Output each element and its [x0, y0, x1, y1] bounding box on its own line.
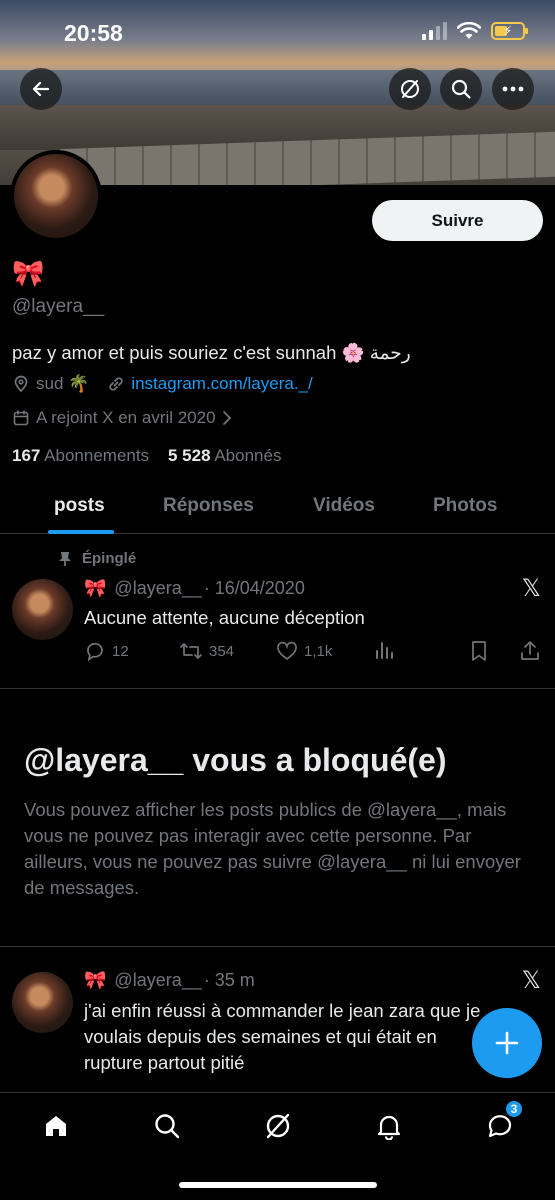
post-actions: 12 354 1,1k: [84, 640, 544, 666]
calendar-icon: [13, 410, 29, 426]
arrow-left-icon: [32, 81, 50, 97]
profile-display-name: 🎀: [12, 258, 45, 288]
followers-count: 5 528: [167, 446, 211, 465]
following-count: 167: [12, 446, 41, 465]
post-author-handle[interactable]: @layera__: [114, 578, 201, 599]
wifi-icon: [457, 22, 481, 39]
plus-icon: [495, 1031, 519, 1055]
search-button[interactable]: [440, 68, 482, 110]
pinned-post-header: 🎀 @layera__ · 16/04/2020: [84, 578, 305, 599]
grok-icon: [266, 1113, 290, 1139]
blocked-description: Vous pouvez afficher les posts publics d…: [24, 799, 521, 898]
x-logo-icon: 𝕏: [521, 575, 541, 602]
profile-handle: @layera__: [12, 296, 105, 317]
recent-post-text[interactable]: j'ai enfin réussi à commander le jean za…: [84, 998, 489, 1076]
repost-count: 354: [209, 642, 235, 660]
repost-icon: [180, 643, 202, 659]
repost-button[interactable]: 354: [179, 640, 234, 662]
analytics-icon: [376, 642, 393, 659]
nav-search[interactable]: [147, 1109, 187, 1143]
location-pin-icon: [14, 375, 28, 393]
grok-icon: [401, 80, 419, 98]
blocked-title: @layera__ vous a bloqué(e): [24, 742, 447, 778]
like-button[interactable]: 1,1k: [276, 640, 332, 662]
pin-icon: [59, 551, 71, 566]
post-date: · 16/04/2020: [203, 578, 305, 598]
post-divider: [0, 946, 555, 947]
messages-badge: 3: [504, 1099, 524, 1119]
battery-charging-icon: ⚡: [491, 22, 528, 40]
post-author-handle[interactable]: @layera__: [114, 970, 201, 991]
post-author-name[interactable]: 🎀: [84, 578, 106, 599]
compose-post-button[interactable]: [472, 1008, 542, 1078]
share-button[interactable]: [520, 640, 540, 662]
pinned-label: Épinglé: [58, 550, 136, 567]
x-logo-icon: 𝕏: [521, 967, 541, 994]
bookmark-icon: [472, 641, 486, 661]
tab-photos[interactable]: Photos: [433, 495, 497, 517]
profile-joined: A rejoint X en avril 2020: [36, 408, 216, 427]
active-tab-indicator: [48, 530, 114, 534]
share-icon: [521, 641, 539, 660]
home-indicator: [179, 1182, 377, 1188]
pinned-text: Épinglé: [82, 550, 137, 567]
follow-button[interactable]: Suivre: [372, 200, 543, 241]
more-dots-icon: [502, 86, 524, 92]
post-divider: [0, 688, 555, 689]
status-icons: ⚡: [422, 22, 528, 40]
back-button[interactable]: [20, 68, 62, 110]
recent-post-header: 🎀 @layera__ · 35 m: [84, 970, 255, 991]
tab-videos[interactable]: Vidéos: [313, 495, 375, 517]
nav-home[interactable]: [36, 1109, 76, 1143]
more-options-button[interactable]: [492, 68, 534, 110]
nav-grok[interactable]: [258, 1109, 298, 1143]
followers-link[interactable]: 5 528 Abonnés: [168, 446, 281, 465]
reply-icon: [87, 642, 103, 662]
nav-messages[interactable]: 3: [480, 1099, 524, 1143]
profile-counts: 167 Abonnements 5 528 Abonnés: [12, 446, 281, 466]
profile-location: sud 🌴: [36, 374, 90, 393]
bell-icon: [377, 1115, 401, 1140]
search-icon: [451, 79, 471, 99]
post-avatar[interactable]: [12, 972, 73, 1033]
views-button[interactable]: [374, 640, 394, 660]
cellular-signal-icon: [422, 22, 447, 40]
profile-joined-row[interactable]: A rejoint X en avril 2020: [12, 408, 238, 428]
pinned-post-text[interactable]: Aucune attente, aucune déception: [84, 605, 365, 631]
like-count: 1,1k: [304, 642, 333, 660]
reply-button[interactable]: 12: [84, 640, 129, 662]
status-time: 20:58: [64, 20, 123, 46]
grok-button[interactable]: [389, 68, 431, 110]
heart-icon: [277, 641, 297, 661]
post-avatar[interactable]: [12, 579, 73, 640]
status-bar: 20:58 ⚡: [0, 0, 555, 60]
chevron-right-icon: [222, 411, 231, 425]
tab-posts[interactable]: posts: [54, 495, 105, 517]
post-date: · 35 m: [203, 970, 255, 990]
reply-count: 12: [112, 642, 129, 660]
nav-notifications[interactable]: [369, 1109, 409, 1143]
profile-website-link[interactable]: instagram.com/layera._/: [131, 374, 312, 394]
bookmark-button[interactable]: [470, 640, 488, 662]
link-icon: [109, 377, 123, 391]
following-link[interactable]: 167 Abonnements: [12, 446, 149, 465]
profile-avatar[interactable]: [10, 150, 102, 242]
following-label: Abonnements: [44, 446, 150, 465]
profile-tabs: posts Réponses Vidéos Photos: [0, 482, 555, 534]
post-author-name[interactable]: 🎀: [84, 970, 106, 991]
home-icon: [46, 1116, 66, 1136]
tab-replies[interactable]: Réponses: [163, 495, 254, 517]
profile-bio: paz y amor et puis souriez c'est sunnah …: [12, 342, 411, 363]
followers-label: Abonnés: [214, 446, 282, 465]
search-icon: [155, 1114, 180, 1139]
profile-meta-row: sud 🌴 instagram.com/layera._/: [12, 374, 313, 394]
